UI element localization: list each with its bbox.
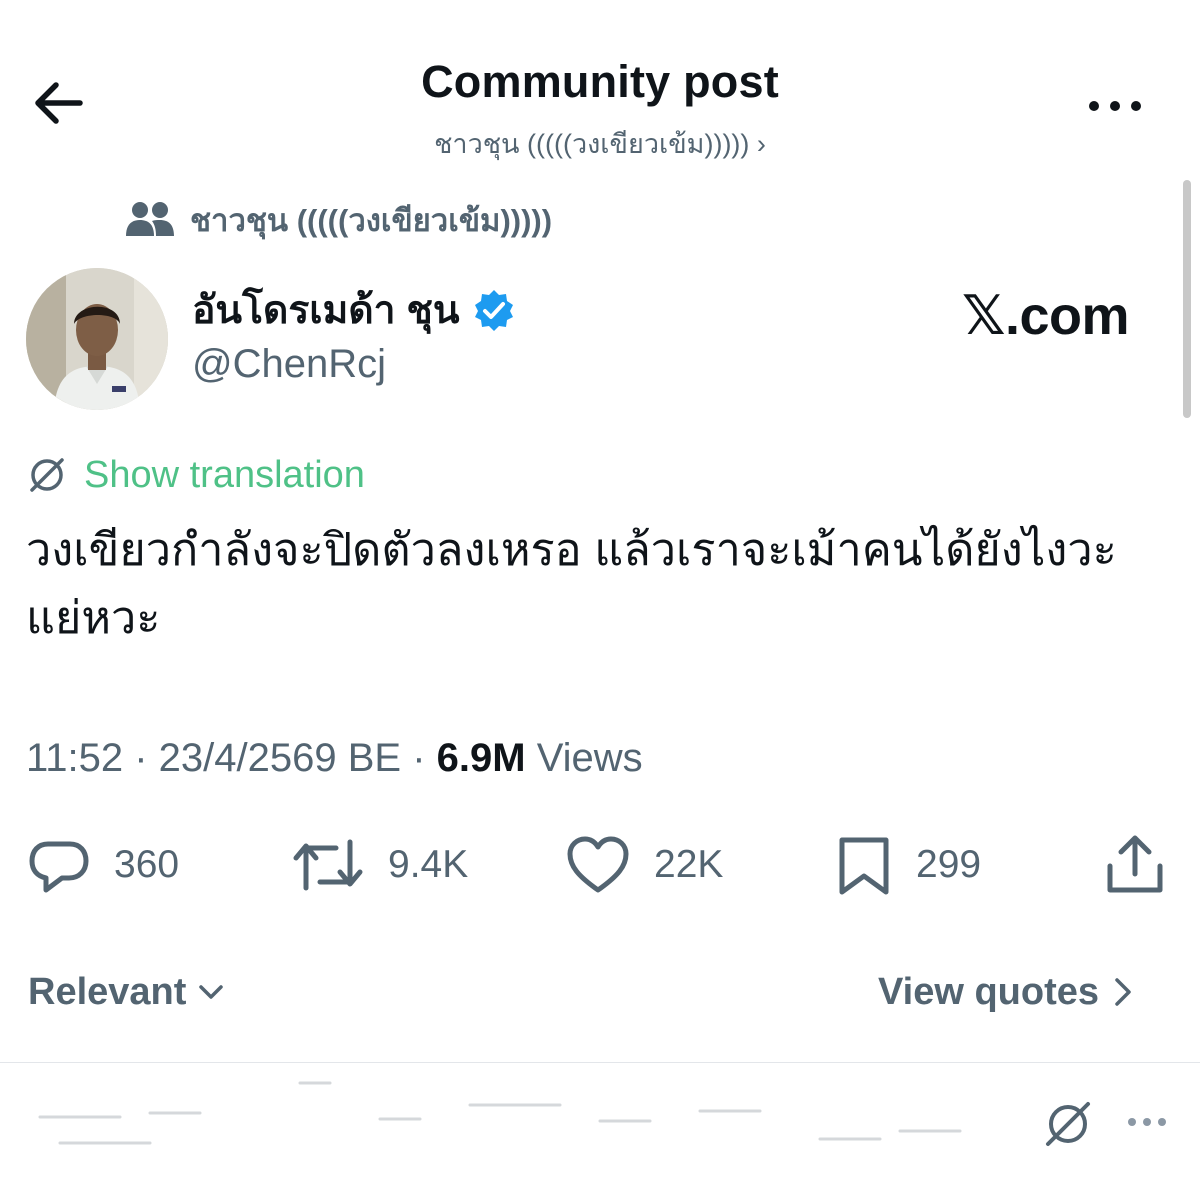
like-count: 22K (654, 843, 724, 886)
share-icon (1107, 835, 1163, 893)
reply-preview-faded-text (38, 1081, 962, 1145)
reply-translate-button[interactable] (1040, 1096, 1096, 1152)
more-dots-icon (1089, 101, 1141, 111)
bookmark-count: 299 (916, 843, 982, 886)
post-timestamp: 11:52 · 23/4/2569 BE · (26, 736, 437, 780)
translate-icon (30, 458, 64, 492)
avatar[interactable] (26, 268, 168, 410)
reply-icon (29, 841, 89, 893)
post-meta: 11:52 · 23/4/2569 BE · 6.9M Views (26, 736, 643, 781)
verified-badge-icon (474, 290, 513, 331)
reply-preview[interactable] (0, 1063, 1200, 1200)
repost-icon (293, 839, 363, 891)
chevron-down-icon (199, 985, 224, 999)
author-handle[interactable]: @ChenRcj (192, 342, 386, 387)
reply-button[interactable]: 360 (28, 832, 179, 898)
community-badge[interactable]: ชาวชุน (((((วงเขียวเข้ม))))) (124, 196, 552, 244)
more-options-button[interactable] (1080, 86, 1150, 126)
chevron-right-icon (1115, 978, 1131, 1006)
sort-label: Relevant (28, 970, 187, 1013)
show-translation-label: Show translation (84, 453, 365, 496)
heart-icon (567, 836, 629, 893)
author-name-row[interactable]: อันโดรเมด้า ชุน (192, 282, 516, 338)
community-name: ชาวชุน (((((วงเขียวเข้ม))))) (190, 203, 553, 238)
repost-count: 9.4K (388, 843, 469, 886)
avatar-photo (26, 268, 168, 410)
translate-icon (1046, 1102, 1090, 1146)
scrollbar[interactable] (1183, 180, 1191, 418)
page-title: Community post (421, 56, 779, 107)
views-count: 6.9M (436, 736, 526, 780)
repost-button[interactable]: 9.4K (292, 832, 468, 898)
sort-relevant-dropdown[interactable]: Relevant (28, 966, 226, 1018)
view-quotes-link[interactable]: View quotes (878, 966, 1135, 1018)
reply-count: 360 (114, 843, 180, 886)
bookmark-button[interactable]: 299 (836, 832, 981, 898)
post-text: วงเขียวกำลังจะปิดตัวลงเหรอ แล้วเราจะเม้า… (26, 524, 1117, 643)
view-quotes-label: View quotes (878, 970, 1100, 1013)
bookmark-icon (839, 837, 889, 895)
x-com-watermark: 𝕏.com (962, 286, 1130, 346)
like-button[interactable]: 22K (566, 832, 723, 898)
reply-more-button[interactable] (1122, 1108, 1172, 1136)
author-name: อันโดรเมด้า ชุน (192, 289, 460, 332)
share-button[interactable] (1102, 832, 1168, 898)
views-label: Views (525, 736, 643, 780)
more-dots-icon (1128, 1118, 1166, 1126)
community-link[interactable]: ชาวชุน (((((วงเขียวเข้ม))))) › (0, 122, 1200, 165)
people-icon (126, 202, 174, 236)
show-translation-button[interactable]: Show translation (26, 448, 365, 502)
